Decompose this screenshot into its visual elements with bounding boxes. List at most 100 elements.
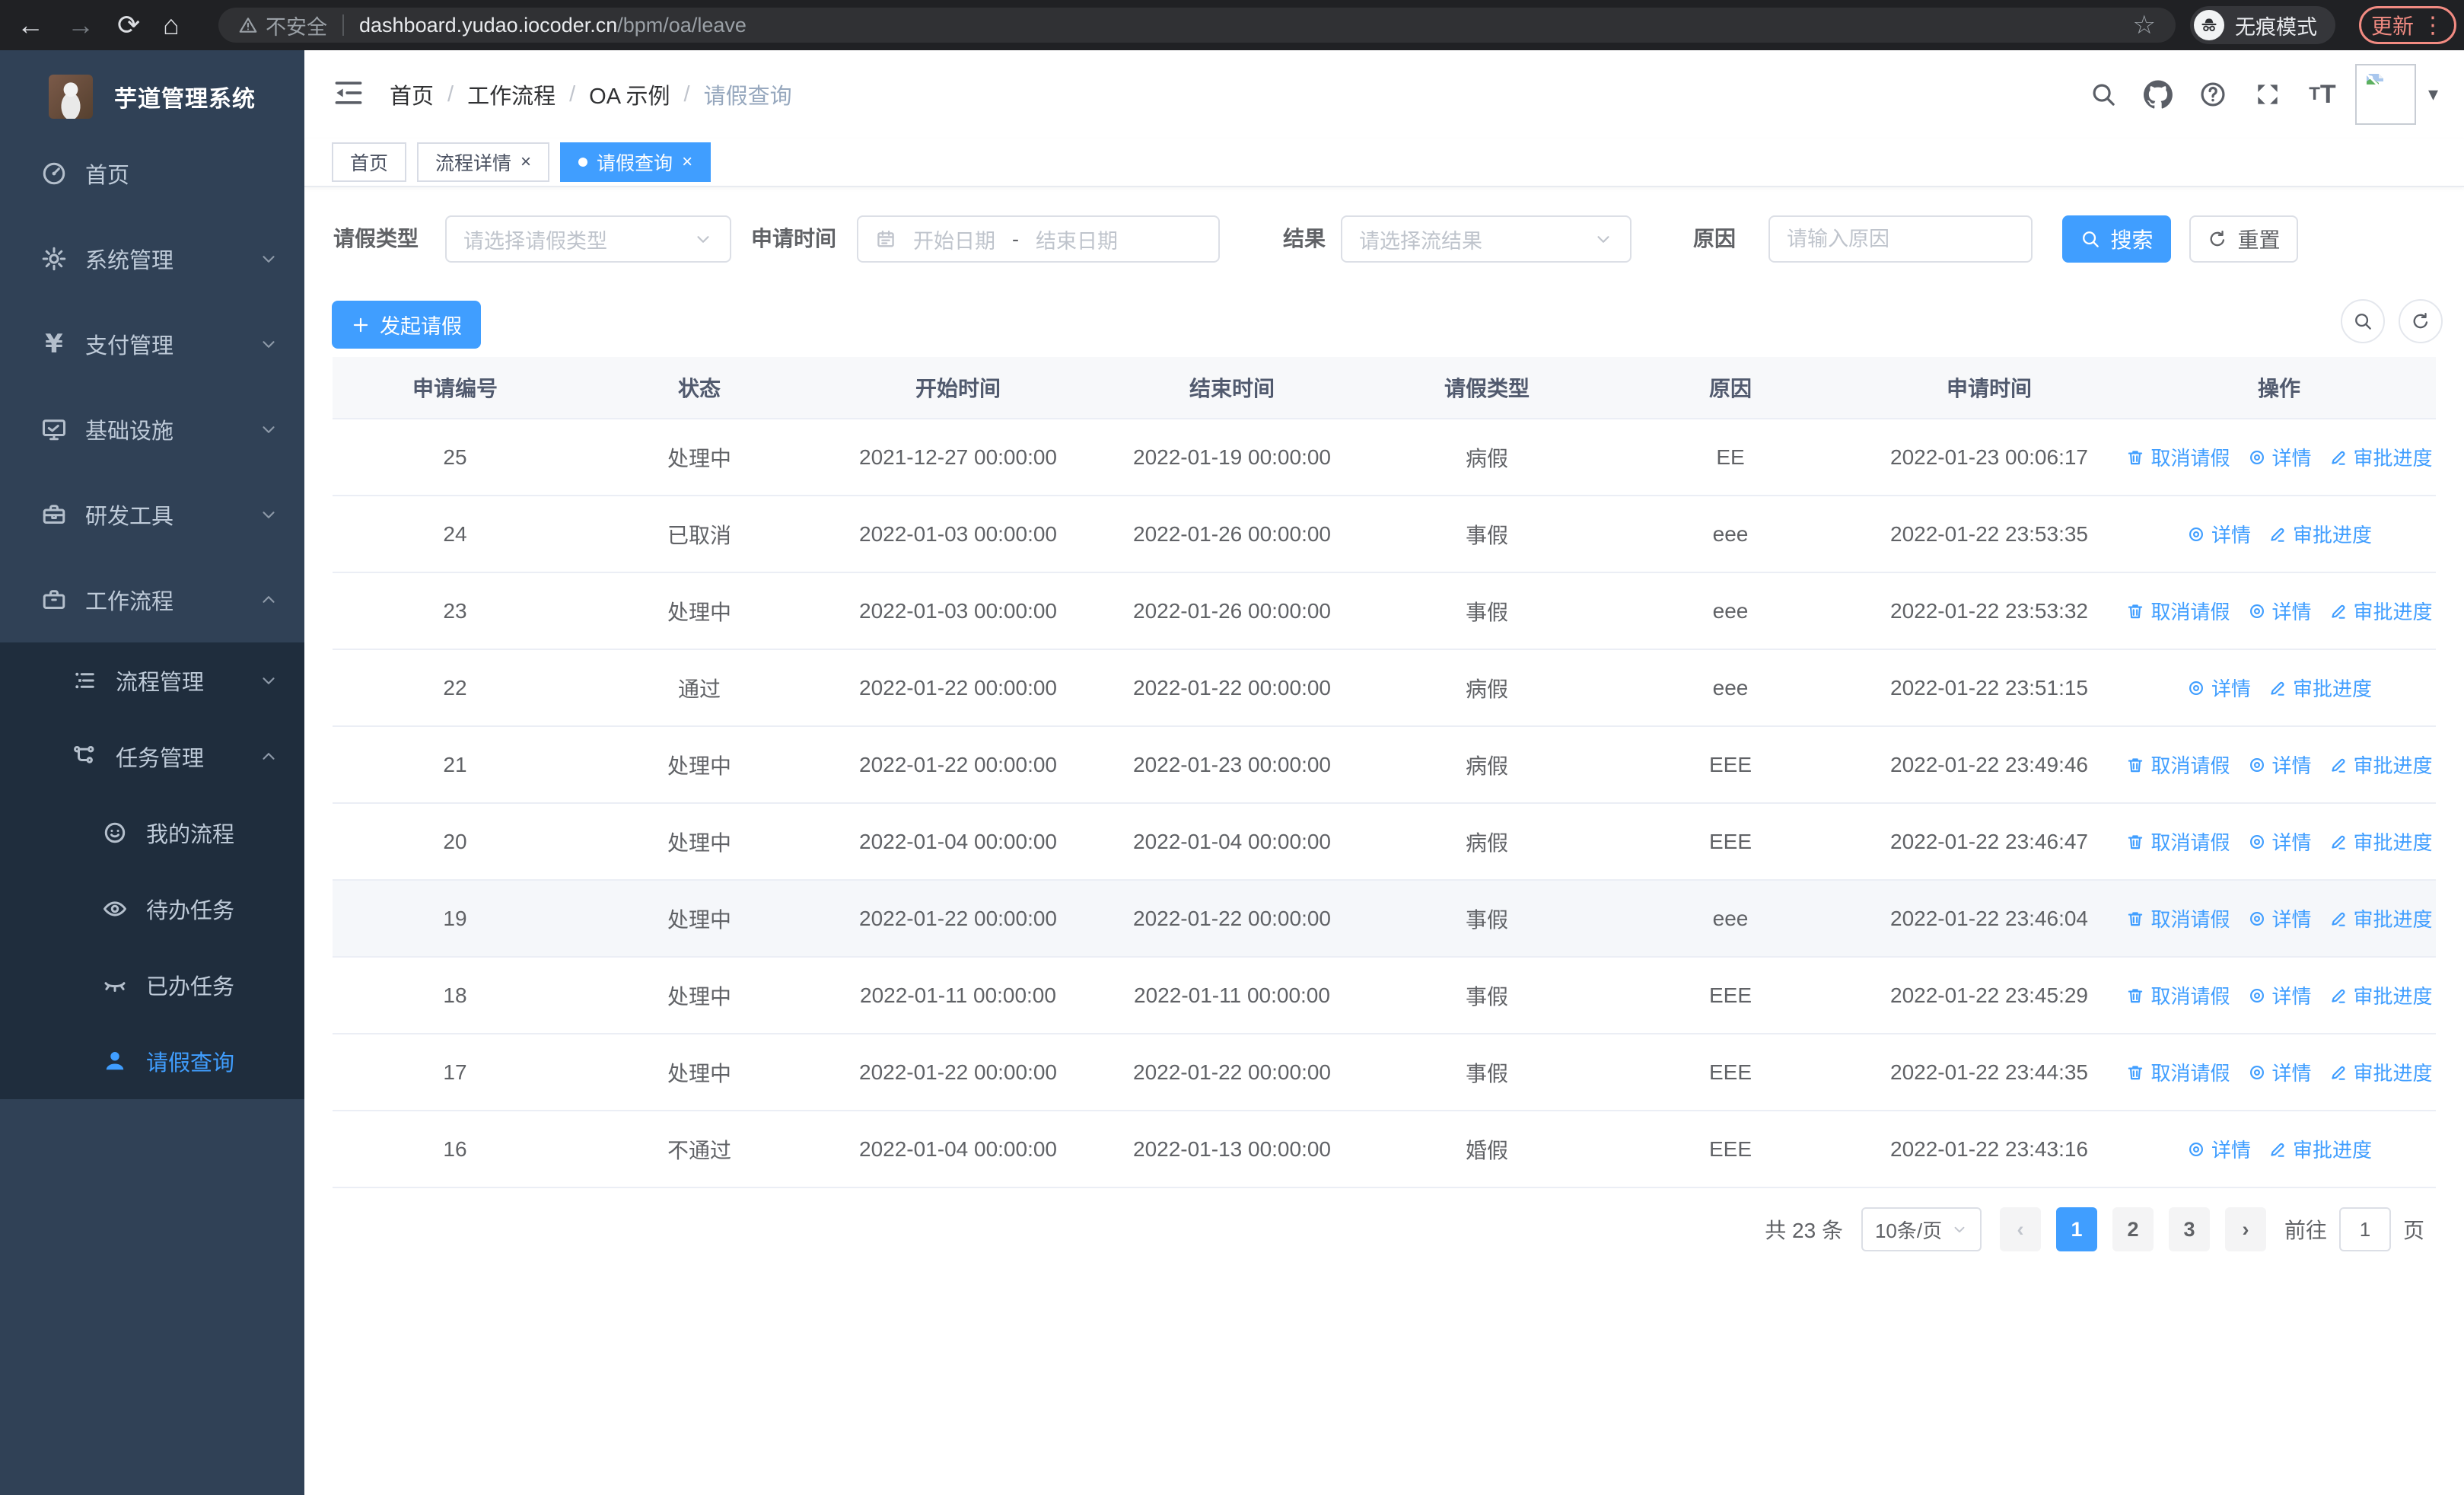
sidebar-item-todo-task[interactable]: 待办任务 (0, 871, 304, 947)
cancel-action-link[interactable]: 取消请假 (2125, 981, 2230, 1009)
cancel-action-link[interactable]: 取消请假 (2125, 443, 2230, 471)
sidebar-collapse-icon[interactable] (332, 76, 368, 113)
tab-请假查询[interactable]: 请假查询 × (560, 142, 712, 182)
cancel-action-link[interactable]: 取消请假 (2125, 904, 2230, 932)
chevron-down-icon[interactable]: ▾ (2428, 83, 2438, 106)
sidebar-item-done-task[interactable]: 已办任务 (0, 947, 304, 1023)
sidebar-item-home[interactable]: 首页 (0, 131, 304, 216)
page-button-3[interactable]: 3 (2168, 1207, 2210, 1251)
sidebar-item-payment[interactable]: ¥ 支付管理 (0, 301, 304, 387)
browser-nav-buttons: ← → ⟳ ⌂ (17, 0, 180, 50)
tab-首页[interactable]: 首页 (332, 142, 407, 182)
view-icon (2247, 755, 2267, 775)
cell: 2022-01-22 00:00:00 (1133, 1060, 1331, 1084)
tab-流程详情[interactable]: 流程详情 × (417, 142, 550, 182)
breadcrumb: 首页 / 工作流程 / OA 示例 / 请假查询 (390, 50, 792, 139)
cell: 处理中 (667, 754, 731, 778)
page-button-1[interactable]: 1 (2055, 1207, 2097, 1251)
detail-action-link[interactable]: 详情 (2247, 443, 2312, 471)
home-icon[interactable]: ⌂ (163, 9, 180, 41)
actions-cell: 取消请假 详情 审批进度 (2122, 981, 2436, 1009)
result-select[interactable]: 请选择流结果 (1341, 215, 1632, 263)
view-icon (2247, 909, 2267, 929)
sidebar-logo-row[interactable]: 芋道管理系统 (0, 62, 304, 131)
sidebar-item-leave-query[interactable]: 请假查询 (0, 1023, 304, 1099)
detail-action-link[interactable]: 详情 (2247, 904, 2312, 932)
page-button-2[interactable]: 2 (2112, 1207, 2154, 1251)
sidebar-item-my-process[interactable]: 我的流程 (0, 795, 304, 871)
fontsize-icon[interactable]: TT (2300, 72, 2345, 116)
cell: EEE (1708, 752, 1752, 776)
cancel-action-link[interactable]: 取消请假 (2125, 827, 2230, 856)
search-button[interactable]: 搜索 (2062, 215, 2171, 263)
detail-action-link[interactable]: 详情 (2186, 674, 2251, 702)
progress-action-link[interactable]: 审批进度 (2329, 981, 2433, 1009)
avatar[interactable] (2354, 64, 2416, 125)
detail-action-link[interactable]: 详情 (2247, 751, 2312, 779)
detail-action-link[interactable]: 详情 (2247, 981, 2312, 1009)
sidebar-item-devtools[interactable]: 研发工具 (0, 472, 304, 557)
range-separator: - (1012, 227, 1019, 250)
progress-action-link[interactable]: 审批进度 (2329, 827, 2433, 856)
progress-action-link[interactable]: 审批进度 (2329, 751, 2433, 779)
show-search-toggle-button[interactable] (2341, 299, 2385, 343)
next-page-button[interactable]: › (2224, 1207, 2266, 1251)
address-bar[interactable]: 不安全 dashboard.yudao.iocoder.cn /bpm/oa/l… (218, 8, 2176, 43)
search-icon[interactable] (2081, 72, 2125, 116)
actions-cell: 取消请假 详情 审批进度 (2122, 827, 2436, 856)
create-leave-button[interactable]: 发起请假 (332, 301, 481, 349)
apply-time-range-picker[interactable]: 开始日期 - 结束日期 (857, 215, 1220, 263)
progress-action-link[interactable]: 审批进度 (2329, 443, 2433, 471)
close-icon[interactable]: × (682, 153, 692, 171)
detail-action-link[interactable]: 详情 (2186, 520, 2251, 548)
actions-cell: 取消请假 详情 审批进度 (2122, 751, 2436, 779)
back-icon[interactable]: ← (17, 9, 44, 41)
cell: 病假 (1465, 830, 1508, 855)
progress-action-link[interactable]: 审批进度 (2268, 674, 2372, 702)
detail-action-link[interactable]: 详情 (2186, 1135, 2251, 1163)
github-icon[interactable] (2136, 72, 2180, 116)
leave-type-select[interactable]: 请选择请假类型 (445, 215, 731, 263)
bookmark-star-icon[interactable]: ☆ (2133, 10, 2156, 40)
cell: 病假 (1465, 446, 1508, 470)
progress-action-link[interactable]: 审批进度 (2329, 904, 2433, 932)
breadcrumb-item[interactable]: OA 示例 (589, 78, 670, 110)
progress-action-link[interactable]: 审批进度 (2268, 520, 2372, 548)
sidebar-item-workflow[interactable]: 工作流程 (0, 557, 304, 642)
detail-action-link[interactable]: 详情 (2247, 1058, 2312, 1086)
tags-bar: 首页 流程详情 × 请假查询 × (304, 139, 2464, 187)
reason-input[interactable] (1768, 215, 2033, 263)
cell: EEE (1708, 829, 1752, 853)
goto-page-input[interactable] (2338, 1207, 2391, 1251)
sidebar-item-task-mgmt[interactable]: 任务管理 (0, 719, 304, 795)
cancel-action-link[interactable]: 取消请假 (2125, 751, 2230, 779)
progress-action-link[interactable]: 审批进度 (2329, 597, 2433, 625)
prev-page-button[interactable]: ‹ (1999, 1207, 2041, 1251)
refresh-icon (2207, 228, 2228, 250)
sidebar-item-system[interactable]: 系统管理 (0, 216, 304, 301)
progress-action-link[interactable]: 审批进度 (2329, 1058, 2433, 1086)
page-size-select[interactable]: 10条/页 (1861, 1207, 1982, 1251)
sidebar-item-infra[interactable]: 基础设施 (0, 387, 304, 472)
browser-menu-dots-icon[interactable]: ⋮ (2421, 12, 2444, 39)
close-icon[interactable]: × (520, 153, 531, 171)
cancel-action-link[interactable]: 取消请假 (2125, 1058, 2230, 1086)
breadcrumb-item[interactable]: 工作流程 (467, 78, 556, 110)
cell: 2022-01-04 00:00:00 (859, 1136, 1057, 1161)
reload-icon[interactable]: ⟳ (117, 9, 140, 41)
cancel-action-link[interactable]: 取消请假 (2125, 597, 2230, 625)
refresh-table-button[interactable] (2399, 299, 2443, 343)
detail-action-link[interactable]: 详情 (2247, 597, 2312, 625)
actions-cell: 取消请假 详情 审批进度 (2122, 443, 2436, 471)
reset-button[interactable]: 重置 (2189, 215, 2298, 263)
help-icon[interactable] (2191, 72, 2235, 116)
sidebar-item-process-mgmt[interactable]: 流程管理 (0, 642, 304, 719)
detail-action-link[interactable]: 详情 (2247, 827, 2312, 856)
progress-action-link[interactable]: 审批进度 (2268, 1135, 2372, 1163)
cell: EEE (1708, 983, 1752, 1007)
breadcrumb-current: 请假查询 (703, 84, 792, 109)
breadcrumb-item[interactable]: 首页 (390, 78, 434, 110)
browser-update-button[interactable]: 更新 ⋮ (2359, 6, 2456, 44)
forward-icon[interactable]: → (67, 9, 94, 41)
fullscreen-icon[interactable] (2246, 72, 2290, 116)
